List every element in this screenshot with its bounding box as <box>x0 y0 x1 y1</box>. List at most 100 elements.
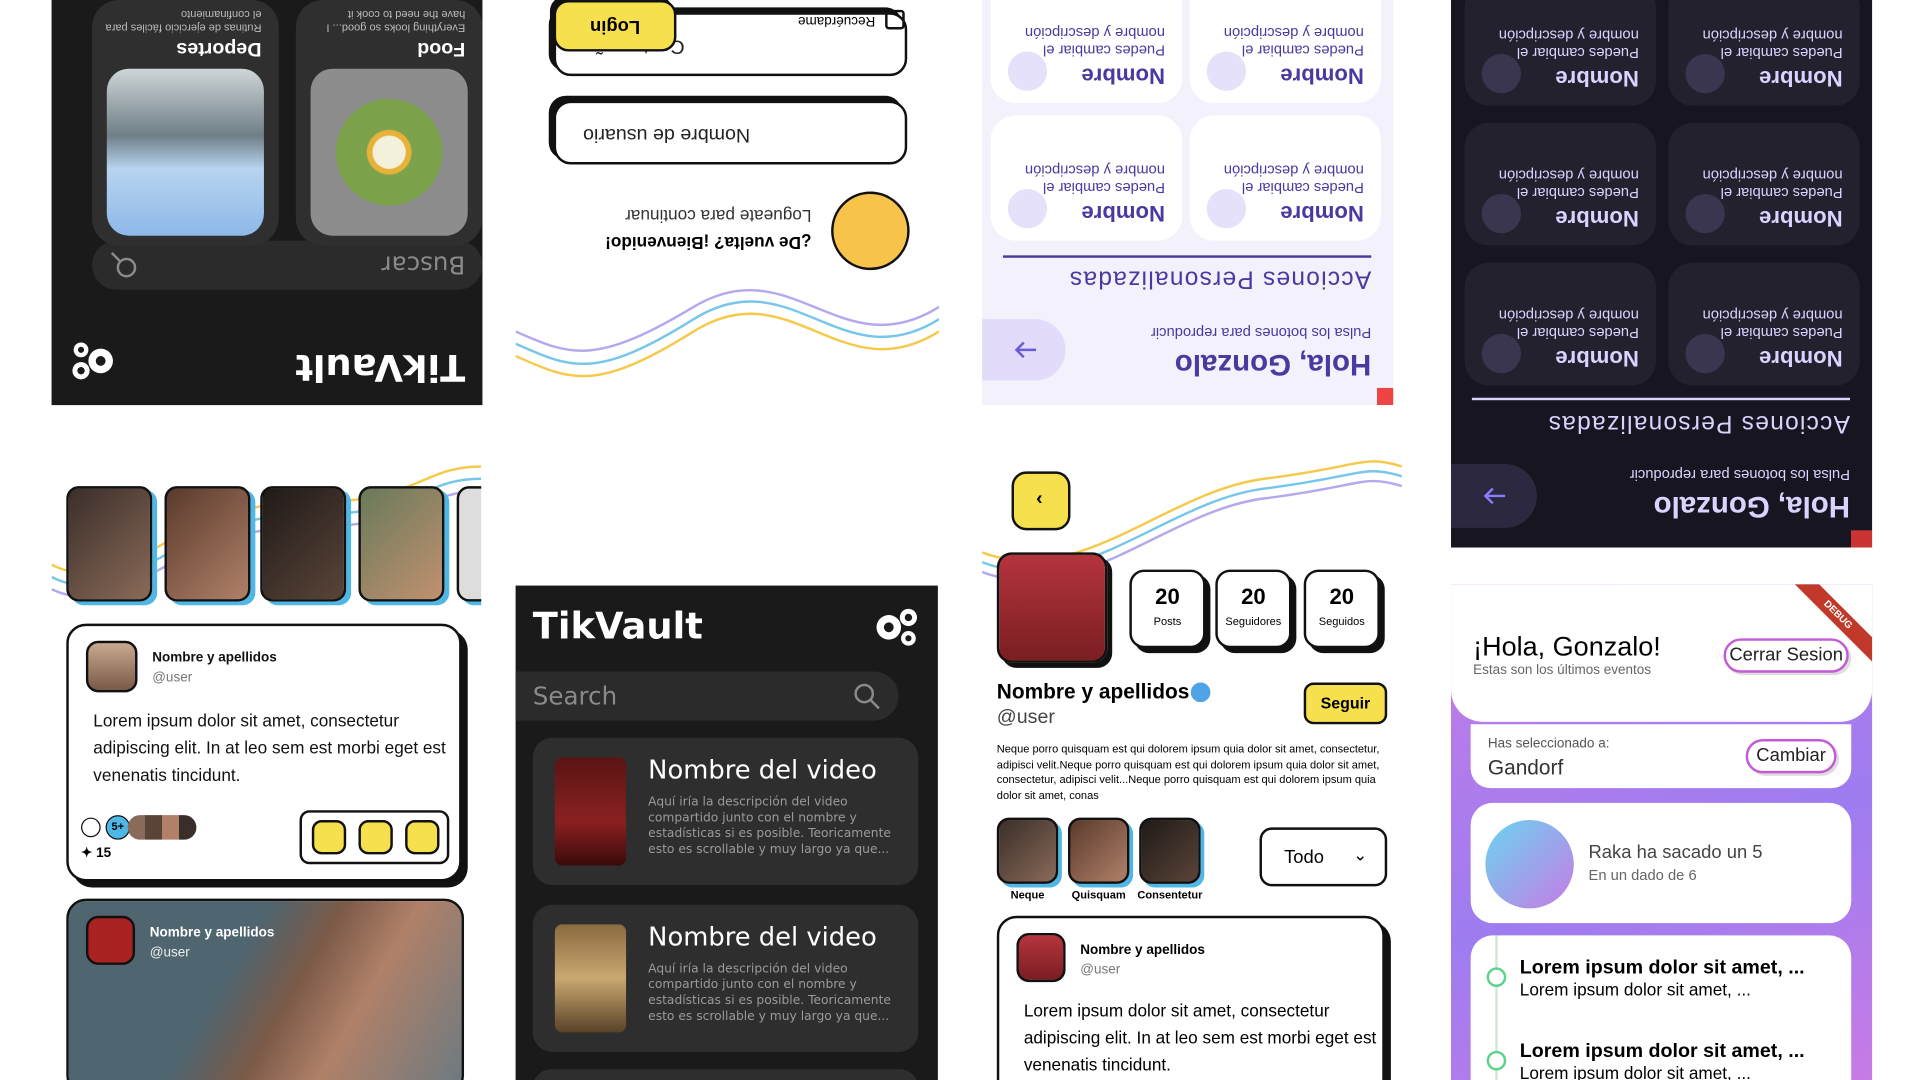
profile-avatar <box>996 552 1108 663</box>
highlight-thumb[interactable] <box>1068 817 1130 884</box>
action-card-title: Nombre <box>1081 63 1165 89</box>
remember-checkbox[interactable] <box>885 9 905 30</box>
highlight-thumb[interactable] <box>1139 817 1201 884</box>
play-icon[interactable] <box>1007 51 1048 91</box>
section-divider <box>1471 397 1850 401</box>
dice-icon <box>1485 820 1574 909</box>
event-subtitle: Lorem ipsum dolor sit amet, ... <box>1519 1063 1751 1080</box>
stat-value: 20 <box>1155 584 1180 609</box>
settings-gear-icon[interactable] <box>69 339 118 383</box>
event-title: Lorem ipsum dolor sit amet, ... <box>1519 957 1805 979</box>
story-thumb[interactable] <box>66 486 153 602</box>
back-button[interactable]: ‹ <box>1011 471 1071 531</box>
story-thumb[interactable] <box>456 486 482 602</box>
action-card[interactable]: Nombre Puedes cambiar el nombre y descrip… <box>1668 122 1860 246</box>
follow-button[interactable]: Seguir <box>1303 682 1388 725</box>
welcome-title: ¿De vuelta? ¡Bienvenido! <box>605 233 812 253</box>
events-header: ¡Hola, Gonzalo! Estas son los últimos ev… <box>1451 584 1873 722</box>
feed-post[interactable]: Nombre y apellidos @user Lorem ipsum dol… <box>66 623 462 882</box>
events-subtitle: Estas son los últimos eventos <box>1473 662 1652 678</box>
play-button[interactable] <box>358 820 393 855</box>
action-card[interactable]: Nombre Puedes cambiar el nombre y descrip… <box>990 115 1183 241</box>
settings-gear-icon[interactable] <box>872 605 921 649</box>
category-card-deportes[interactable]: Deportes Rutinas de ejercicio fáciles pa… <box>92 0 279 246</box>
play-icon[interactable] <box>1481 333 1521 374</box>
action-card[interactable]: Nombre Puedes cambiar el nombre y descrip… <box>1668 0 1860 106</box>
panel-profile: ‹ 20 Posts 20 Seguidores 20 Seguidos Nombre… <box>982 454 1402 1080</box>
greeting-instruction: Pulsa los botones para reproducir <box>1629 466 1850 484</box>
play-icon[interactable] <box>1007 189 1048 229</box>
stat-following[interactable]: 20 Seguidos <box>1303 569 1380 649</box>
chevron-left-icon: ‹ <box>1036 488 1043 510</box>
logout-button[interactable]: Cerrar Sesion <box>1723 638 1849 673</box>
post-author-name: Nombre y apellidos <box>149 925 275 941</box>
search-icon[interactable] <box>852 681 881 710</box>
username-field[interactable]: Nombre de usuario <box>553 100 908 165</box>
video-item[interactable]: Nombre del video Aquí iría la descripció… <box>532 904 919 1053</box>
search-placeholder: Search <box>532 681 618 711</box>
change-button[interactable]: Cambiar <box>1745 739 1837 774</box>
stat-value: 20 <box>1329 584 1355 609</box>
play-icon[interactable] <box>1206 189 1247 229</box>
play-icon[interactable] <box>1685 333 1725 374</box>
mascot-avatar <box>831 191 910 271</box>
filter-select[interactable]: Todo ⌄ <box>1259 827 1388 887</box>
play-icon[interactable] <box>1481 54 1521 94</box>
action-card[interactable]: Nombre Puedes cambiar el nombre y descrip… <box>1189 0 1382 104</box>
action-card[interactable]: Nombre Puedes cambiar el nombre y descrip… <box>1189 115 1382 241</box>
video-thumbnail <box>554 924 627 1033</box>
debug-corner <box>982 387 1394 406</box>
action-card[interactable]: Nombre Puedes cambiar el nombre y descrip… <box>1464 0 1657 106</box>
video-desc: Aquí iría la descripción del video compa… <box>648 795 891 857</box>
play-icon[interactable] <box>1685 54 1725 94</box>
action-card[interactable]: Nombre Puedes cambiar el nombre y descrip… <box>1668 262 1860 386</box>
story-thumb[interactable] <box>260 486 347 602</box>
comment-button[interactable] <box>311 820 347 855</box>
story-thumb[interactable] <box>358 486 445 602</box>
action-card[interactable]: Nombre Puedes cambiar el nombre y descrip… <box>1464 122 1657 246</box>
category-card-food[interactable]: Food Everything looks so good... I have … <box>295 0 483 246</box>
story-thumb[interactable] <box>164 486 251 602</box>
post-score: ✦ 15 <box>81 845 111 861</box>
collage-stage: TikVault Buscar Deportes Rutinas de ejer… <box>0 0 1920 1080</box>
next-button[interactable] <box>982 319 1066 381</box>
action-card[interactable]: Nombre Puedes cambiar el nombre y descrip… <box>990 0 1183 104</box>
play-icon[interactable] <box>1481 193 1521 234</box>
search-input[interactable]: Buscar <box>92 240 483 290</box>
stat-posts[interactable]: 20 Posts <box>1129 569 1206 649</box>
events-greeting: ¡Hola, Gonzalo! <box>1473 630 1661 662</box>
profile-post[interactable]: Nombre y apellidos @user Lorem ipsum dol… <box>996 915 1385 1080</box>
greeting-title: Hola, Gonzalo <box>1653 489 1850 523</box>
score-icon: ✦ <box>81 845 97 861</box>
dice-event-card[interactable]: Raka ha sacado un 5 En un dado de 6 <box>1470 802 1852 924</box>
post-author-name: Nombre y apellidos <box>152 650 277 666</box>
profile-bio: Neque porro quisquam est qui dolorem ips… <box>996 742 1380 802</box>
category-name: Food <box>417 38 466 59</box>
section-divider <box>1002 255 1372 258</box>
event-subtitle: Lorem ipsum dolor sit amet, ... <box>1519 979 1751 1000</box>
score-value: 15 <box>96 845 112 861</box>
video-item[interactable] <box>532 1069 919 1080</box>
login-button[interactable]: Login <box>553 0 677 52</box>
category-image <box>106 68 264 236</box>
post-text: Lorem ipsum dolor sit amet, consectetur … <box>1023 1000 1377 1075</box>
action-card[interactable]: Nombre Puedes cambiar el nombre y descrip… <box>1464 262 1657 386</box>
search-icon[interactable] <box>109 250 138 279</box>
next-button[interactable] <box>1451 464 1537 528</box>
category-name: Deportes <box>176 38 262 59</box>
highlight-thumb[interactable] <box>996 817 1059 884</box>
comment-icon[interactable] <box>81 817 101 838</box>
action-card-title: Nombre <box>1759 66 1843 91</box>
search-input[interactable]: Search <box>515 671 899 721</box>
post-author-name: Nombre y apellidos <box>1080 942 1205 958</box>
play-icon[interactable] <box>1206 51 1247 91</box>
video-title: Nombre del video <box>648 754 877 785</box>
image-post[interactable]: Nombre y apellidos @user <box>66 898 465 1080</box>
play-icon[interactable] <box>1685 193 1725 234</box>
share-button[interactable] <box>405 820 440 855</box>
highlight-label: Consentetur <box>1137 888 1203 902</box>
action-card-title: Nombre <box>1081 201 1165 226</box>
video-item[interactable]: Nombre del video Aquí iría la descripció… <box>532 737 919 886</box>
stat-followers[interactable]: 20 Seguidores <box>1215 569 1292 649</box>
avatar <box>85 640 138 693</box>
